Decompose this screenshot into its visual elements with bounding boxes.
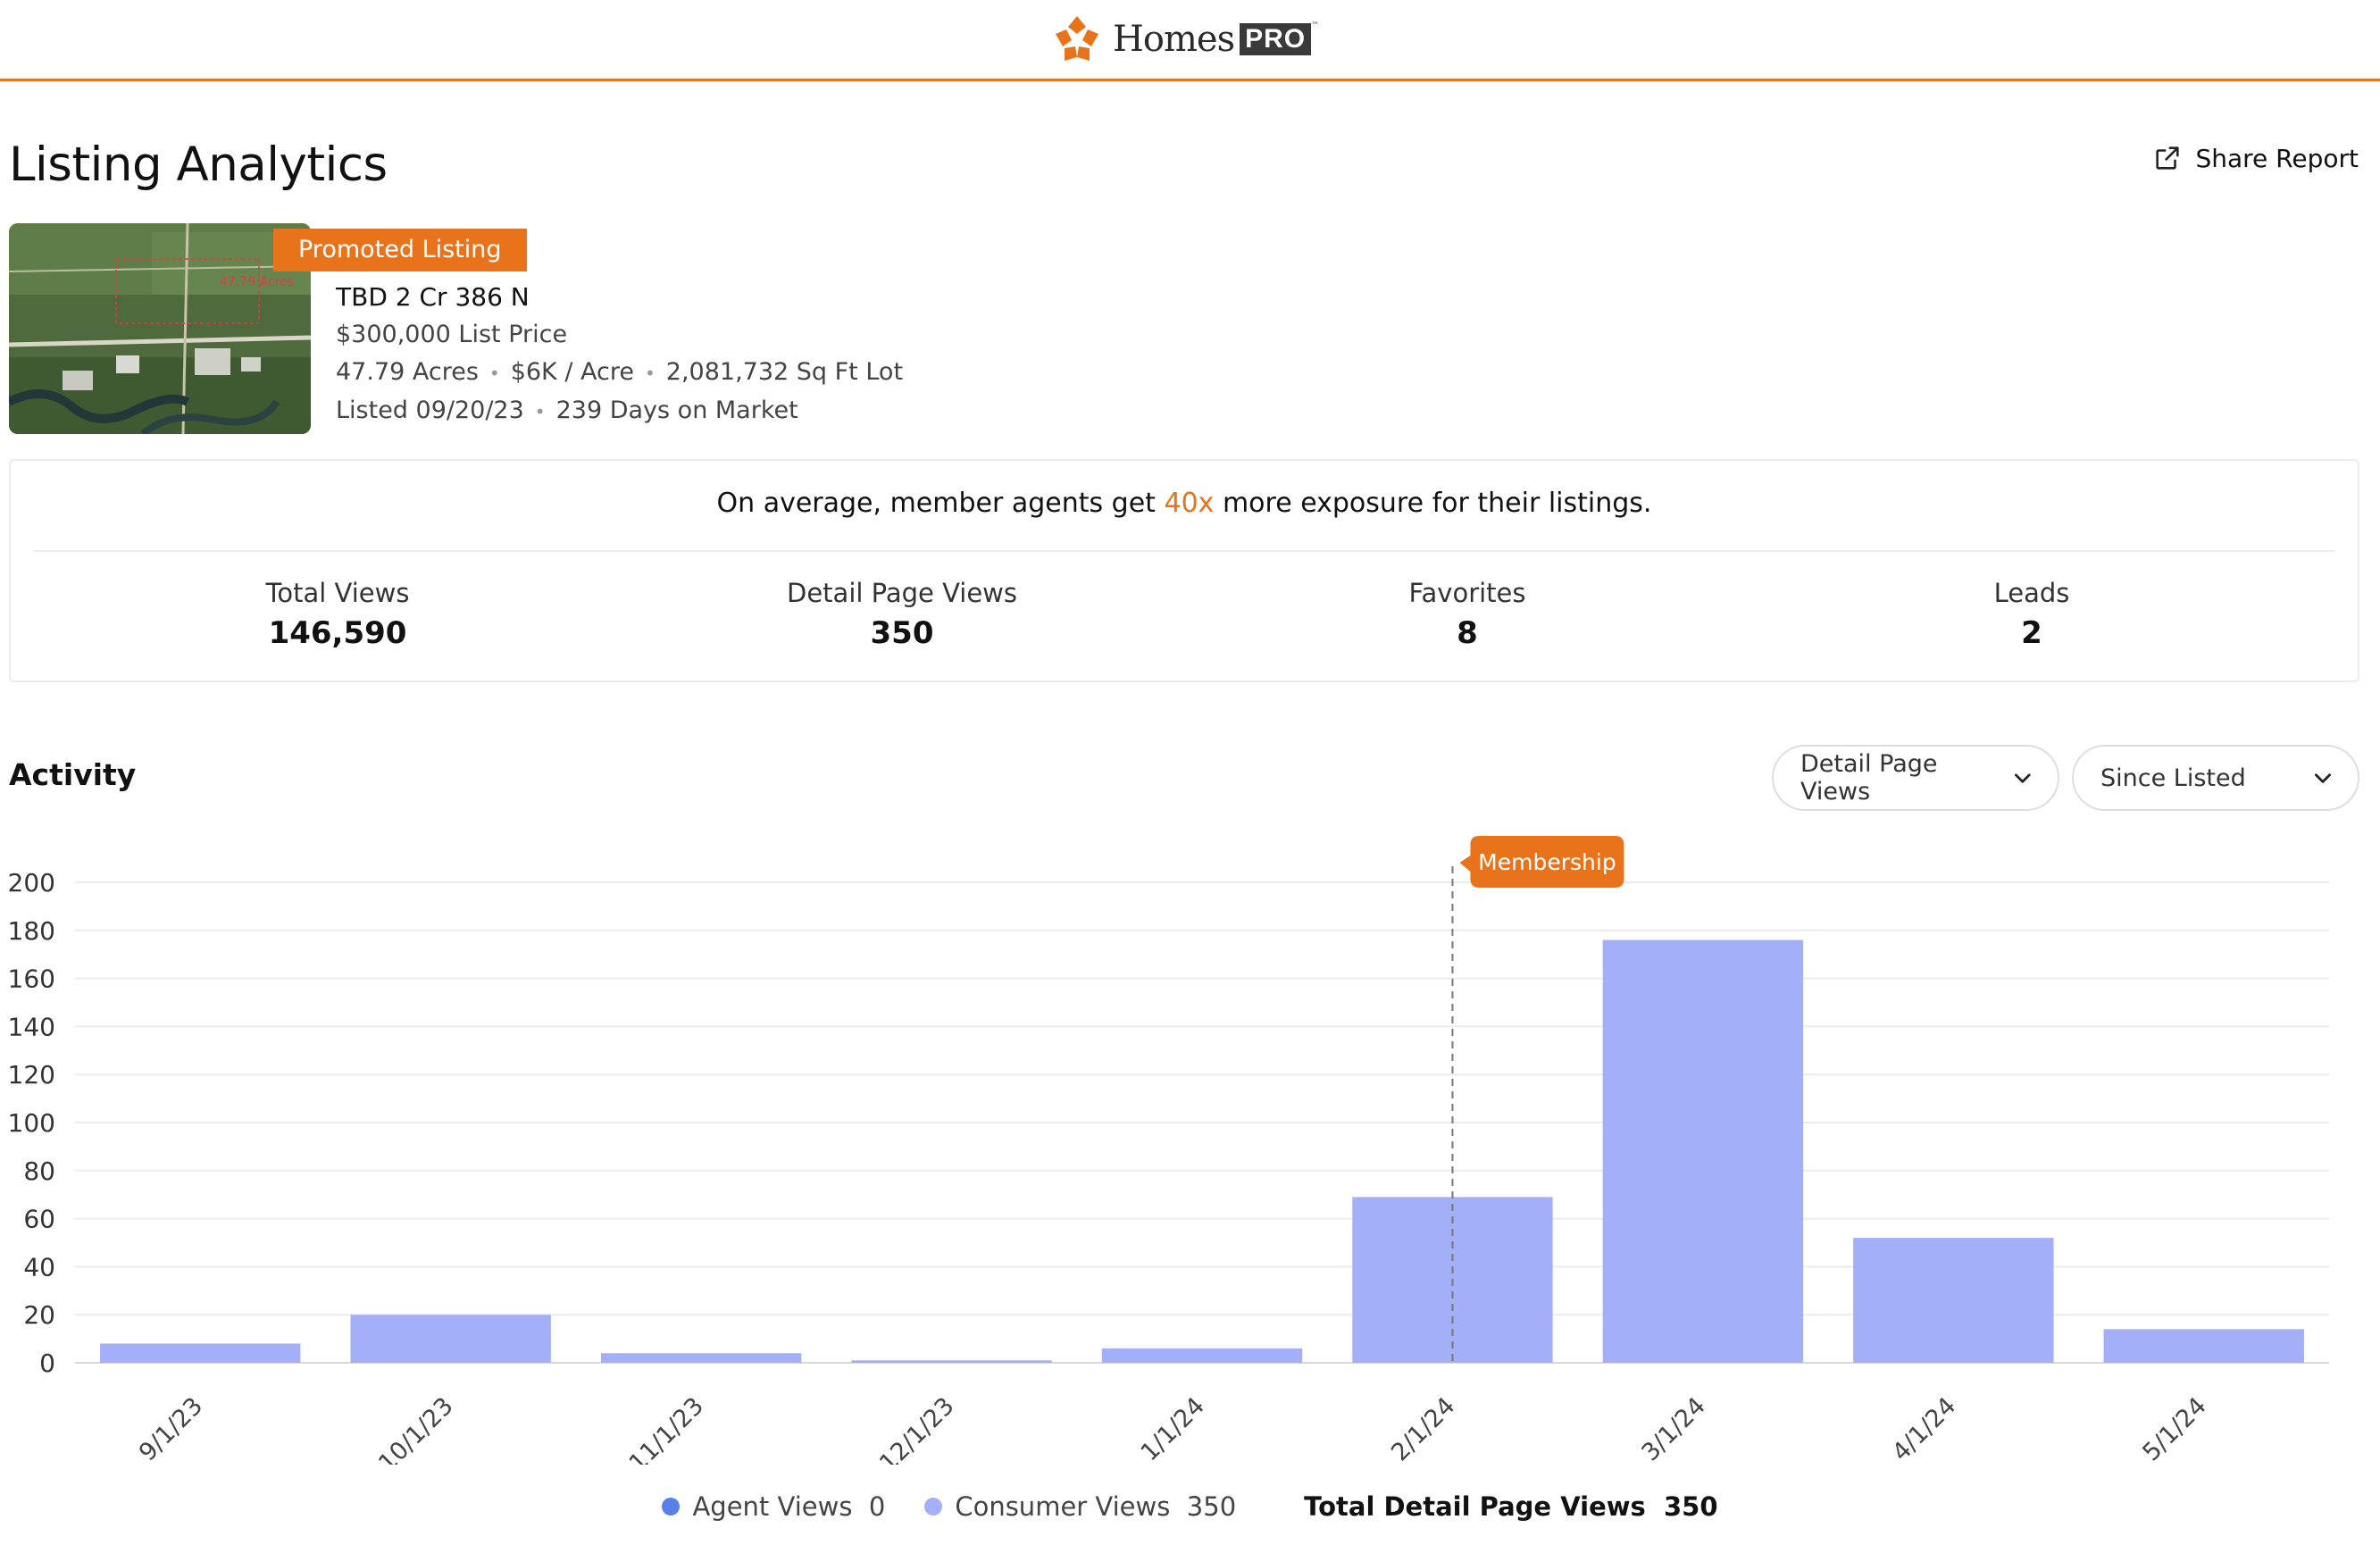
brand-name: Homes [1113,19,1235,60]
y-tick-label: 200 [8,868,55,898]
legend-agent-value: 0 [868,1491,886,1522]
y-tick-label: 140 [8,1012,55,1041]
listing-price: $300,000 List Price [336,321,568,348]
bar-1/1/24 [1101,1348,1303,1363]
activity-bar-chart: 0 20 40 60 80 100 120 140 160 180 200 9/1/23 10/1/23… [8,836,2329,1465]
separator-dot: • [645,363,656,384]
x-tick-label: 9/1/23 [134,1392,208,1465]
x-tick-label: 4/1/24 [1887,1392,1961,1465]
bar-4/1/24 [1853,1238,2054,1363]
date-range-select-value: Since Listed [2100,764,2246,792]
trademark: ™ [1311,21,1320,30]
y-tick-label: 40 [23,1252,55,1282]
stat-value: 350 [870,615,934,651]
share-report-label: Share Report [2195,143,2359,173]
x-tick-label: 5/1/24 [2137,1392,2211,1465]
exposure-suffix: more exposure for their listings. [1214,488,1652,519]
stat-label: Leads [1993,578,2070,608]
exposure-highlight: 40x [1164,488,1215,519]
share-icon [2156,146,2180,170]
metric-select-value: Detail Page Views [1800,750,1938,806]
legend-agent-swatch [662,1498,681,1515]
bar-5/1/24 [2103,1329,2304,1363]
top-bar: Homes PRO ™ [0,0,2380,81]
chart-legend: Agent Views 0 Consumer Views 350 Total D… [0,1491,2380,1522]
listing-size-row: 47.79 Acres • $6K / Acre • 2,081,732 Sq Ft L… [336,354,903,392]
aerial-map-image: 47.79 Acres [9,223,311,434]
membership-tag[interactable]: Membership [1459,836,1624,888]
legend-agent-views[interactable]: Agent Views 0 [662,1491,885,1522]
y-tick-label: 160 [8,964,55,994]
x-tick-label: 2/1/24 [1386,1392,1460,1465]
listing-details: TBD 2 Cr 386 N $300,000 List Price 47.79… [336,279,903,430]
exposure-prefix: On average, member agents get [716,488,1165,519]
listing-days-on-market: 239 Days on Market [555,397,798,424]
homes-pro-logo[interactable]: Homes PRO ™ [1050,13,1319,66]
x-tick-label: 10/1/23 [373,1392,459,1465]
separator-dot: • [489,363,500,384]
brand-badge: PRO [1240,23,1312,55]
date-range-select[interactable]: Since Listed [2072,745,2359,811]
y-tick-label: 100 [8,1108,55,1138]
page-title: Listing Analytics [9,138,388,192]
bar-11/1/23 [600,1353,802,1363]
stat-value: 146,590 [268,615,407,651]
bar-9/1/23 [100,1343,301,1363]
x-tick-label: 3/1/24 [1637,1392,1711,1465]
listing-listed-date: Listed 09/20/23 [336,397,524,424]
separator-dot: • [534,401,546,422]
legend-consumer-views[interactable]: Consumer Views 350 [924,1491,1236,1522]
legend-consumer-label: Consumer Views [955,1491,1171,1522]
stat-value: 2 [2021,615,2042,651]
stat-label: Total Views [265,578,410,608]
stat-label: Detail Page Views [787,578,1017,608]
listing-lot-size: 2,081,732 Sq Ft Lot [665,358,904,386]
metric-select[interactable]: Detail Page Views [1772,745,2059,811]
chevron-down-icon [2315,773,2331,783]
stats-panel: On average, member agents get 40x more e… [9,459,2359,682]
divider [34,550,2334,552]
legend-total-value: 350 [1664,1491,1718,1522]
legend-consumer-value: 350 [1186,1491,1237,1522]
bar-10/1/23 [350,1315,551,1363]
chevron-down-icon [2015,773,2032,783]
share-report-button[interactable]: Share Report [2152,143,2359,173]
legend-consumer-swatch [924,1498,943,1515]
legend-total: Total Detail Page Views 350 [1304,1491,1717,1522]
legend-agent-label: Agent Views [692,1491,853,1522]
y-tick-label: 80 [23,1156,55,1186]
listing-thumbnail[interactable]: 47.79 Acres [9,223,311,434]
homes-logo-icon [1056,16,1098,61]
y-tick-label: 20 [23,1300,55,1330]
stat-value: 8 [1457,615,1478,651]
bar-12/1/23 [851,1360,1052,1363]
exposure-message: On average, member agents get 40x more e… [11,488,2358,519]
promoted-listing-badge: Promoted Listing [273,229,527,271]
activity-title: Activity [9,757,137,792]
stat-detail-page-views: Detail Page Views 350 [706,575,1098,655]
y-tick-label: 60 [23,1205,55,1234]
x-tick-label: 12/1/23 [874,1392,960,1465]
y-tick-label: 120 [8,1060,55,1090]
x-tick-label: 1/1/24 [1136,1392,1210,1465]
stat-label: Favorites [1408,578,1526,608]
listing-address[interactable]: TBD 2 Cr 386 N [336,279,903,316]
y-tick-label: 180 [8,916,55,946]
listing-price-per-acre: $6K / Acre [510,358,634,386]
thumb-acres-label: 47.79 Acres [220,275,294,289]
bar-3/1/24 [1602,939,1804,1363]
stat-favorites: Favorites 8 [1271,575,1664,655]
listing-acres: 47.79 Acres [336,358,479,386]
y-tick-label: 0 [39,1348,55,1378]
legend-total-label: Total Detail Page Views [1304,1491,1646,1522]
membership-tag-label: Membership [1478,849,1616,875]
x-tick-label: 11/1/23 [624,1392,710,1465]
stat-leads: Leads 2 [1835,575,2228,655]
listing-date-row: Listed 09/20/23 • 239 Days on Market [336,392,903,430]
stat-total-views: Total Views 146,590 [141,575,534,655]
